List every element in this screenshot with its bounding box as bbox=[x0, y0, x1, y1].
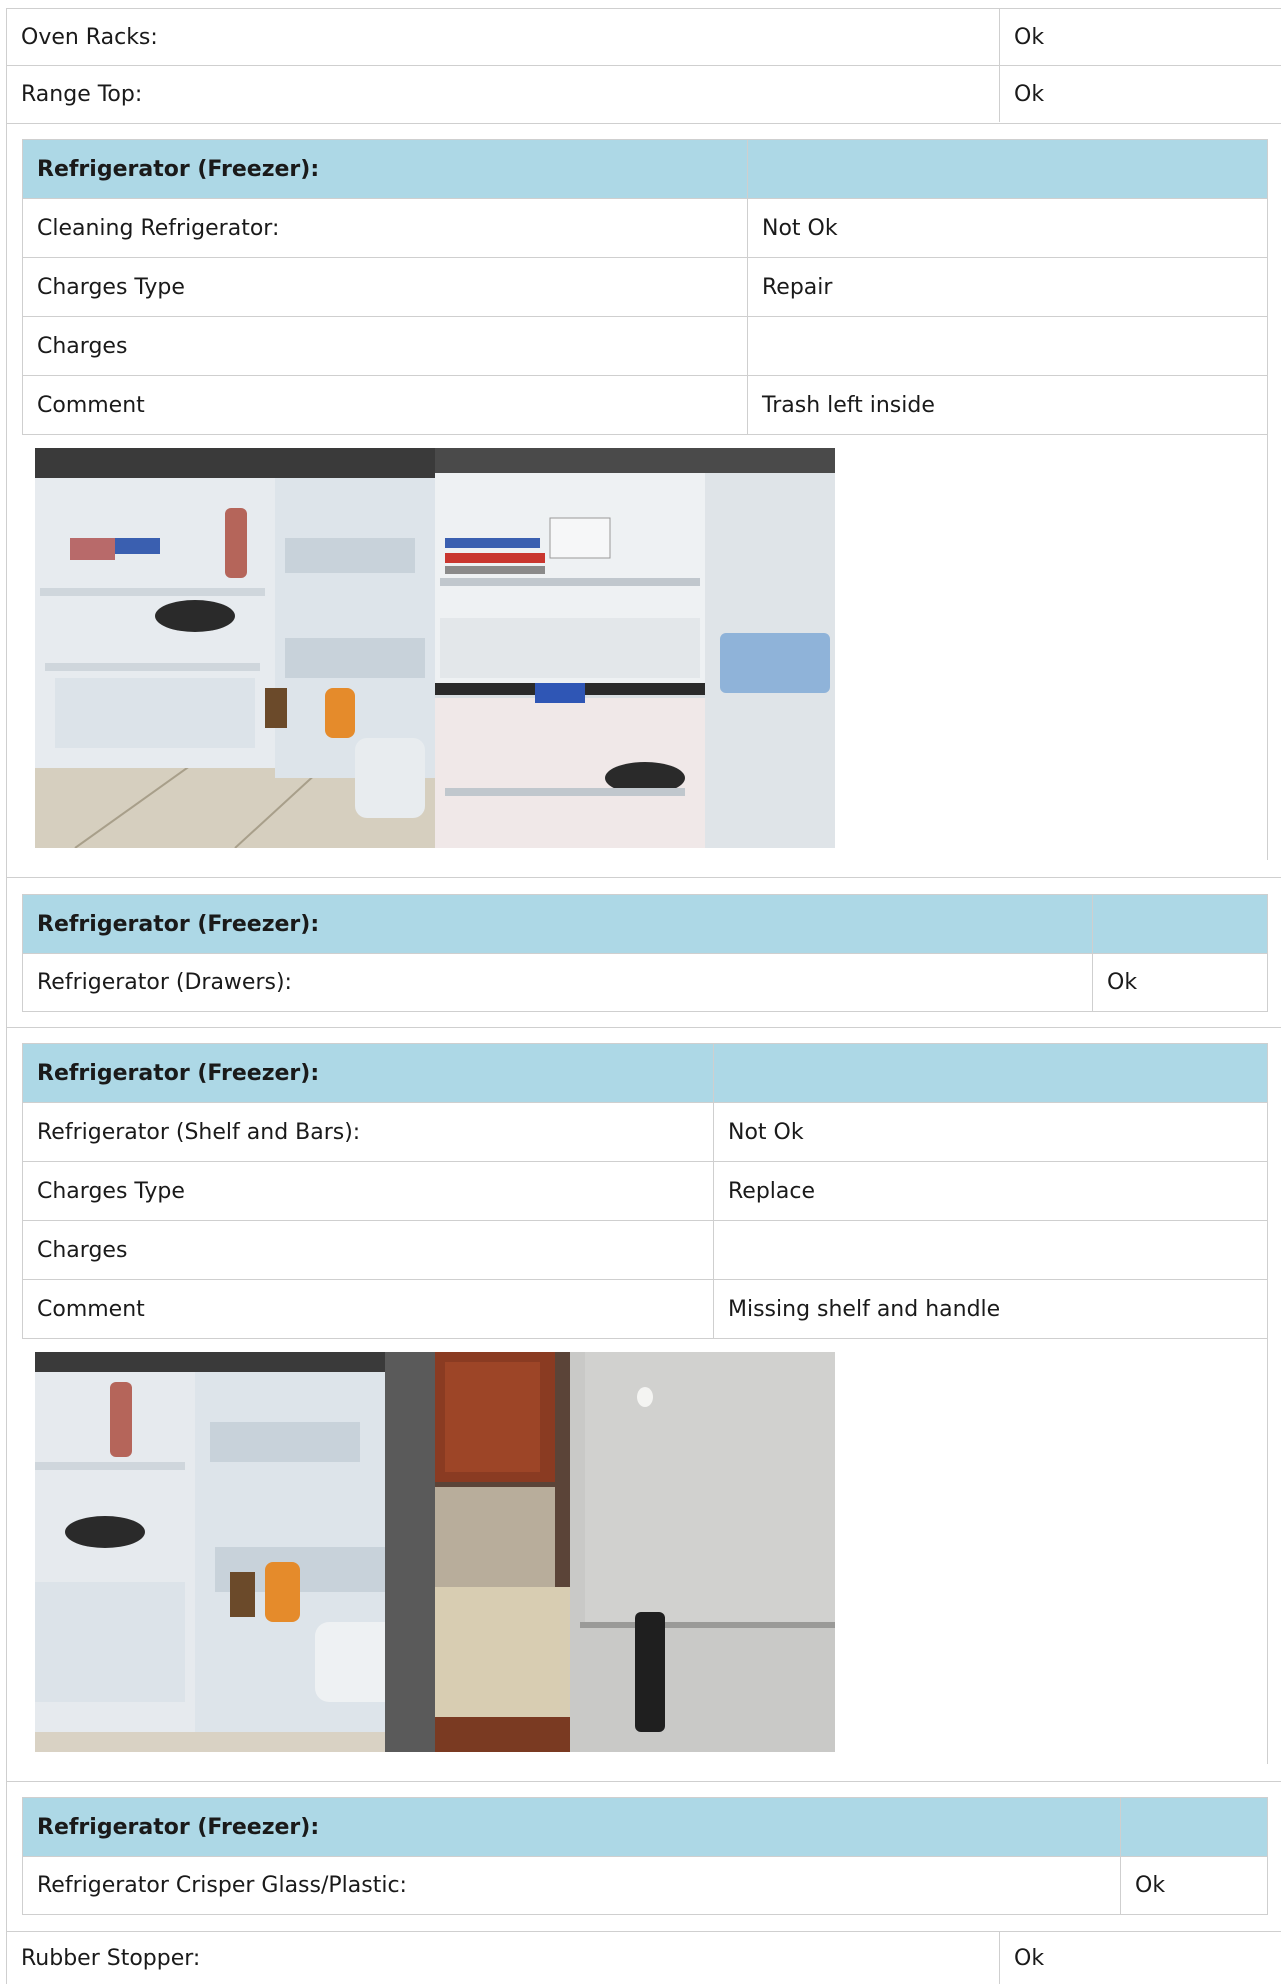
oven-racks-value: Ok bbox=[1014, 24, 1045, 50]
rubber-stopper-value: Ok bbox=[1014, 1945, 1045, 1971]
section-header-blank bbox=[713, 1044, 1267, 1102]
section-header: Refrigerator (Freezer): bbox=[23, 895, 1092, 953]
fridge-photo[interactable] bbox=[435, 1352, 835, 1752]
item-label: Refrigerator (Shelf and Bars): bbox=[37, 1119, 361, 1145]
section-header-blank bbox=[1092, 895, 1267, 953]
charges-label: Charges bbox=[37, 1237, 128, 1263]
item-value: Not Ok bbox=[762, 215, 838, 241]
item-value: Ok bbox=[1107, 970, 1138, 995]
item-value: Not Ok bbox=[728, 1119, 804, 1145]
charges-type-label: Charges Type bbox=[37, 1178, 185, 1204]
item-label: Cleaning Refrigerator: bbox=[37, 215, 280, 241]
fridge-photo[interactable] bbox=[35, 1352, 435, 1752]
comment-label: Comment bbox=[37, 392, 145, 418]
row-divider bbox=[6, 1027, 1281, 1028]
rubber-stopper-label: Rubber Stopper: bbox=[21, 1945, 201, 1971]
item-value: Ok bbox=[1135, 1873, 1166, 1898]
charges-type-value: Repair bbox=[762, 274, 833, 300]
photo-area-border bbox=[1267, 435, 1268, 860]
charges-value bbox=[748, 317, 1267, 375]
comment-label: Comment bbox=[37, 1296, 145, 1322]
section-header-blank bbox=[747, 140, 1267, 198]
comment-value: Trash left inside bbox=[762, 392, 935, 418]
outer-left-border bbox=[6, 8, 7, 1984]
range-top-value: Ok bbox=[1014, 81, 1045, 107]
comment-value: Missing shelf and handle bbox=[728, 1296, 1001, 1322]
charges-type-label: Charges Type bbox=[37, 274, 185, 300]
oven-racks-label: Oven Racks: bbox=[21, 24, 158, 50]
section-header: Refrigerator (Freezer): bbox=[23, 1798, 1120, 1856]
row-divider bbox=[6, 123, 1281, 124]
charges-value bbox=[714, 1221, 1267, 1279]
row-divider bbox=[6, 1781, 1281, 1782]
section-header: Refrigerator (Freezer): bbox=[23, 140, 747, 198]
photo-area-border bbox=[1267, 1339, 1268, 1764]
row-divider bbox=[6, 877, 1281, 878]
range-top-label: Range Top: bbox=[21, 81, 143, 107]
section-header: Refrigerator (Freezer): bbox=[23, 1044, 713, 1102]
charges-label: Charges bbox=[37, 333, 128, 359]
item-label: Refrigerator (Drawers): bbox=[37, 970, 292, 995]
section-header-blank bbox=[1120, 1798, 1267, 1856]
charges-type-value: Replace bbox=[728, 1178, 816, 1204]
fridge-photo[interactable] bbox=[435, 448, 835, 848]
item-label: Refrigerator Crisper Glass/Plastic: bbox=[37, 1873, 407, 1898]
fridge-photo[interactable] bbox=[35, 448, 435, 848]
